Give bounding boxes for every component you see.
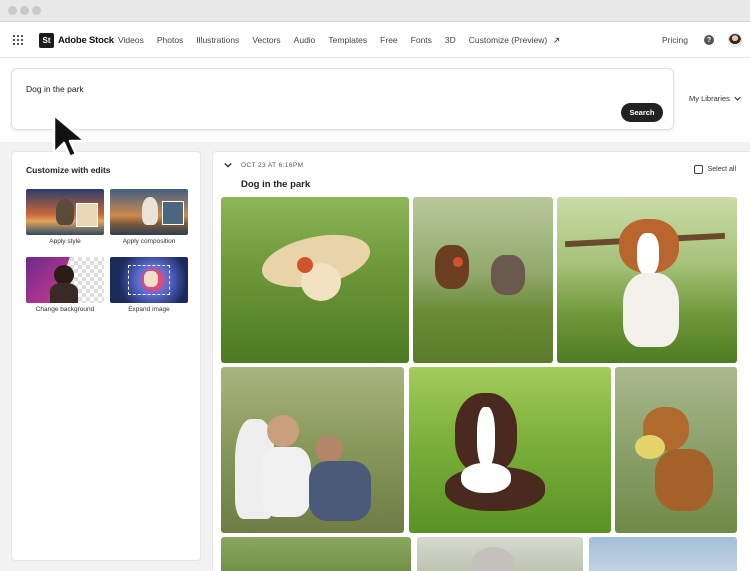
help-icon[interactable]: ? <box>704 35 714 45</box>
result-image-running-dogs[interactable] <box>413 197 553 363</box>
nav-right: Pricing ? <box>662 22 750 58</box>
tile-apply-composition[interactable]: Apply composition <box>110 189 188 245</box>
tile-expand-image[interactable]: Expand image <box>110 257 188 313</box>
tile-apply-style-label: Apply style <box>49 238 81 245</box>
logo-text: Adobe Stock <box>58 35 114 46</box>
my-libraries-label: My Libraries <box>689 94 730 103</box>
nav-videos[interactable]: Videos <box>118 35 144 45</box>
window-zoom-dot[interactable] <box>32 6 41 15</box>
tile-change-background[interactable]: Change background <box>26 257 104 313</box>
search-input[interactable]: Dog in the park Search <box>11 68 674 130</box>
result-image-row3-1[interactable] <box>221 537 411 571</box>
result-image-row3-2[interactable] <box>417 537 583 571</box>
tile-change-background-image <box>26 257 104 303</box>
nav-fonts[interactable]: Fonts <box>411 35 432 45</box>
customize-title: Customize with edits <box>26 165 111 175</box>
nav-illustrations[interactable]: Illustrations <box>196 35 239 45</box>
external-link-icon <box>553 38 559 44</box>
result-image-dog-frisbee[interactable] <box>615 367 737 533</box>
search-band: Dog in the park Search My Libraries <box>0 58 750 142</box>
select-all-checkbox[interactable]: Select all <box>693 165 736 174</box>
customize-panel: Customize with edits Apply style Apply c… <box>11 151 201 561</box>
select-all-label: Select all <box>707 166 736 173</box>
nav-pricing[interactable]: Pricing <box>662 35 688 45</box>
tile-expand-image-image <box>110 257 188 303</box>
result-image-border-collie[interactable] <box>409 367 611 533</box>
search-button[interactable]: Search <box>621 103 663 122</box>
tile-change-background-label: Change background <box>35 306 95 313</box>
avatar[interactable] <box>728 33 742 47</box>
result-image-beagle-stick[interactable] <box>557 197 737 363</box>
nav-templates[interactable]: Templates <box>328 35 367 45</box>
nav-3d[interactable]: 3D <box>445 35 456 45</box>
result-image-couple-with-dog[interactable] <box>221 367 404 533</box>
nav-photos[interactable]: Photos <box>157 35 183 45</box>
result-image-golden-retriever[interactable] <box>221 197 409 363</box>
apps-grid-icon[interactable] <box>13 35 23 45</box>
my-libraries-dropdown[interactable]: My Libraries <box>689 94 741 103</box>
tile-apply-composition-label: Apply composition <box>122 238 176 245</box>
tile-expand-image-label: Expand image <box>128 306 170 313</box>
adobe-stock-logo[interactable]: St Adobe Stock <box>39 33 114 48</box>
nav-customize-label: Customize (Preview) <box>468 35 548 45</box>
results-panel: OCT 23 AT 6:16PM Dog in the park Select … <box>212 151 750 571</box>
window-close-dot[interactable] <box>8 6 17 15</box>
nav-audio[interactable]: Audio <box>294 35 316 45</box>
collapse-chevron-icon[interactable] <box>224 162 232 168</box>
chevron-down-icon <box>734 96 741 101</box>
window-minimize-dot[interactable] <box>20 6 29 15</box>
results-timestamp: OCT 23 AT 6:16PM <box>241 162 304 169</box>
nav-menu: Videos Photos Illustrations Vectors Audi… <box>118 22 560 58</box>
arrow-cursor-icon <box>52 113 87 159</box>
window-titlebar <box>0 0 750 22</box>
results-title: Dog in the park <box>241 179 311 190</box>
nav-free[interactable]: Free <box>380 35 397 45</box>
logo-mark: St <box>39 33 54 48</box>
top-nav: St Adobe Stock Videos Photos Illustratio… <box>0 22 750 58</box>
tile-apply-style[interactable]: Apply style <box>26 189 104 245</box>
result-image-row3-3[interactable] <box>589 537 737 571</box>
select-all-box <box>693 165 703 174</box>
nav-customize[interactable]: Customize (Preview) <box>469 35 560 45</box>
tile-apply-composition-image <box>110 189 188 235</box>
search-query-text: Dog in the park <box>26 84 84 94</box>
tile-apply-style-image <box>26 189 104 235</box>
nav-vectors[interactable]: Vectors <box>252 35 280 45</box>
